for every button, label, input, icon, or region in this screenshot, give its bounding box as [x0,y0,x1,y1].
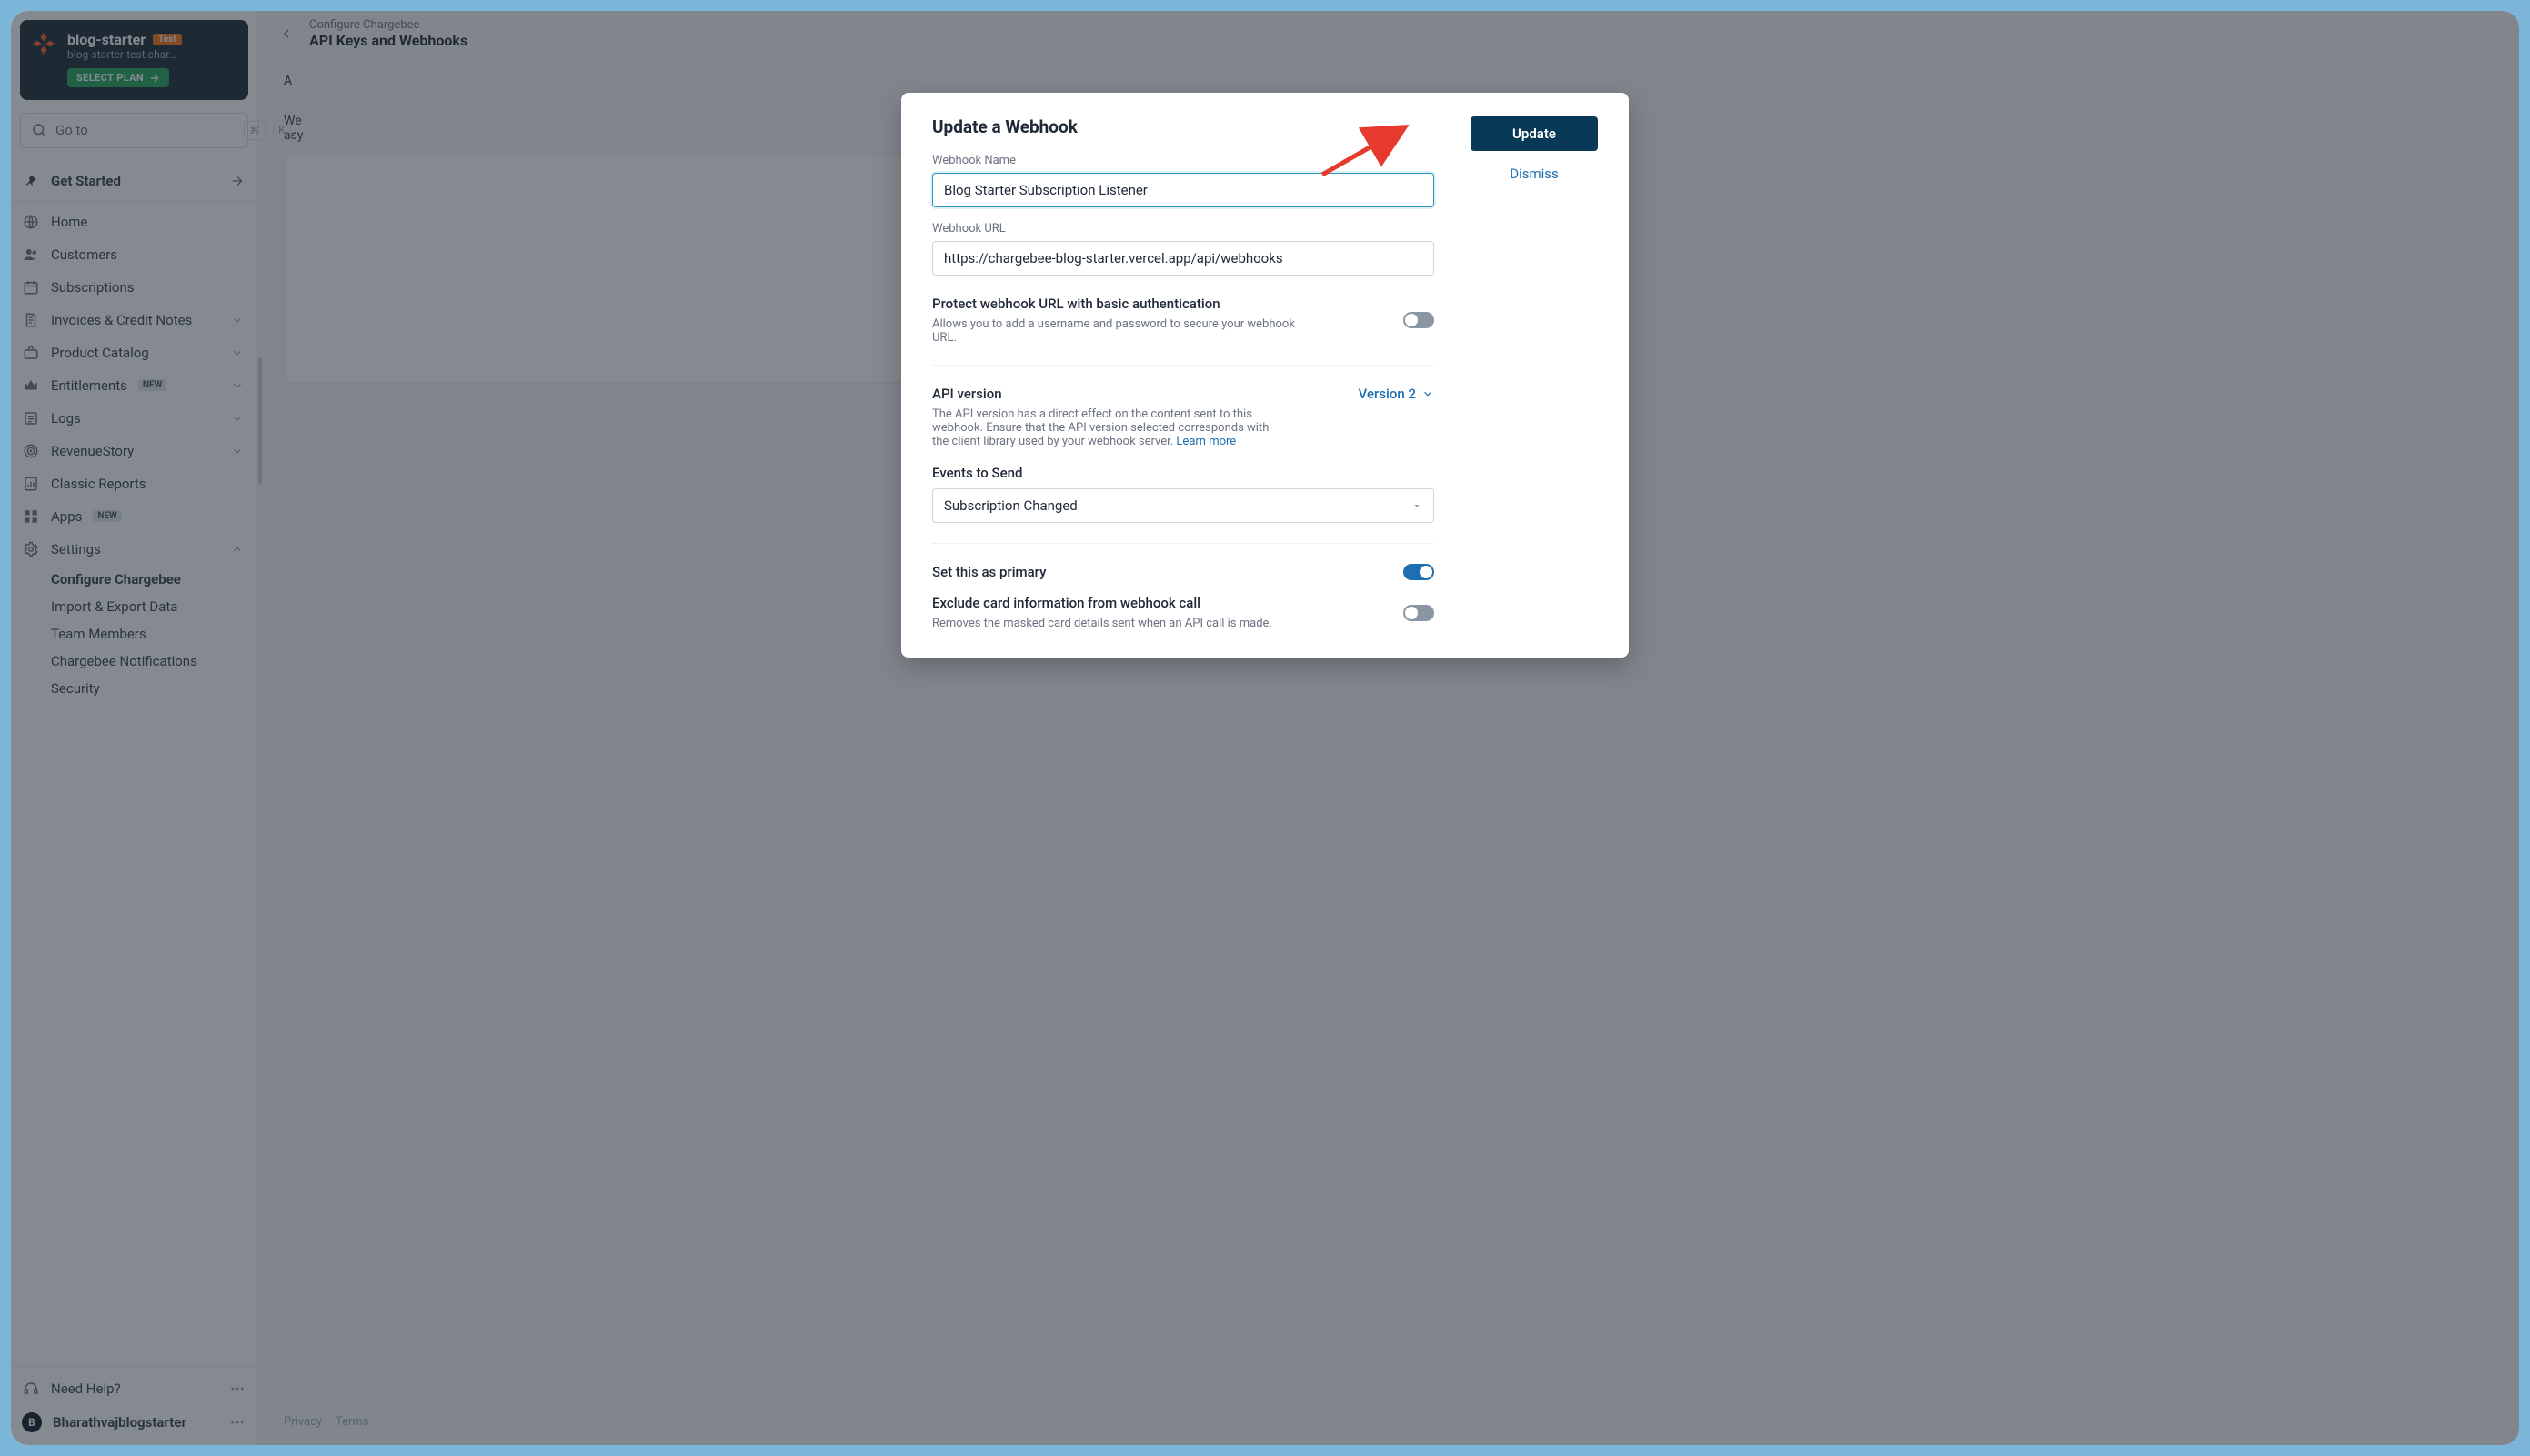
exclude-card-toggle[interactable] [1403,605,1434,621]
protect-auth-toggle[interactable] [1403,312,1434,328]
api-version-label: API version [932,386,1002,402]
events-select[interactable]: Subscription Changed [932,488,1434,523]
events-value: Subscription Changed [944,497,1078,514]
protect-auth-help: Allows you to add a username and passwor… [932,317,1314,345]
exclude-card-help: Removes the masked card details sent whe… [932,617,1272,630]
set-primary-label: Set this as primary [932,564,1046,580]
exclude-card-label: Exclude card information from webhook ca… [932,595,1272,611]
learn-more-link[interactable]: Learn more [1176,435,1236,448]
set-primary-toggle[interactable] [1403,564,1434,580]
api-version-dropdown[interactable]: Version 2 [1359,386,1434,402]
caret-down-icon [1411,500,1422,511]
update-button[interactable]: Update [1471,116,1598,151]
api-version-value: Version 2 [1359,386,1416,402]
api-version-help: The API version has a direct effect on t… [932,407,1278,448]
webhook-name-input[interactable] [932,173,1434,207]
modal-title: Update a Webhook [932,116,1434,137]
webhook-url-label: Webhook URL [932,222,1434,236]
protect-auth-label: Protect webhook URL with basic authentic… [932,296,1314,312]
events-label: Events to Send [932,465,1434,481]
webhook-name-label: Webhook Name [932,154,1434,167]
chevron-down-icon [1421,387,1434,400]
dismiss-button[interactable]: Dismiss [1471,166,1598,182]
update-webhook-modal: Update a Webhook Webhook Name Webhook UR… [901,93,1629,658]
webhook-url-input[interactable] [932,241,1434,276]
